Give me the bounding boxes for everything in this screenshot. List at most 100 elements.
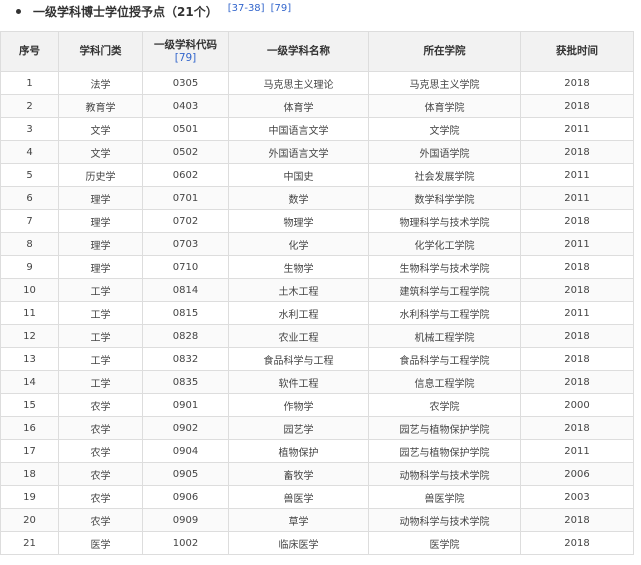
cell-seq: 2 (0, 94, 59, 118)
cell-category: 文学 (58, 117, 143, 141)
table-row: 18 农学 0905 畜牧学 动物科学与技术学院 2006 (0, 462, 634, 486)
cell-college: 化学化工学院 (368, 232, 521, 256)
cell-category: 文学 (58, 140, 143, 164)
cell-name: 畜牧学 (228, 462, 369, 486)
cell-category: 农学 (58, 508, 143, 532)
cell-college: 动物科学与技术学院 (368, 508, 521, 532)
table-row: 8 理学 0703 化学 化学化工学院 2011 (0, 232, 634, 256)
cell-year: 2011 (520, 439, 634, 463)
cell-category: 农学 (58, 439, 143, 463)
cell-category: 农学 (58, 485, 143, 509)
cell-seq: 18 (0, 462, 59, 486)
cell-code: 0701 (142, 186, 229, 210)
cell-college: 社会发展学院 (368, 163, 521, 187)
cell-name: 土木工程 (228, 278, 369, 302)
citation-link[interactable]: [79] (271, 3, 292, 14)
table-row: 9 理学 0710 生物学 生物科学与技术学院 2018 (0, 255, 634, 279)
cell-seq: 12 (0, 324, 59, 348)
cell-seq: 3 (0, 117, 59, 141)
cell-category: 农学 (58, 393, 143, 417)
cell-college: 马克思主义学院 (368, 71, 521, 95)
cell-college: 动物科学与技术学院 (368, 462, 521, 486)
cell-year: 2018 (520, 370, 634, 394)
cell-college: 文学院 (368, 117, 521, 141)
cell-name: 植物保护 (228, 439, 369, 463)
cell-name: 生物学 (228, 255, 369, 279)
cell-name: 作物学 (228, 393, 369, 417)
header-code-label: 一级学科代码 (154, 38, 217, 51)
table-row: 1 法学 0305 马克思主义理论 马克思主义学院 2018 (0, 71, 634, 95)
cell-name: 中国语言文学 (228, 117, 369, 141)
cell-category: 法学 (58, 71, 143, 95)
doctoral-programs-table: 序号 学科门类 一级学科代码 [79] 一级学科名称 所在学院 获批时间 1 法学… (0, 31, 634, 555)
table-row: 12 工学 0828 农业工程 机械工程学院 2018 (0, 324, 634, 348)
cell-year: 2018 (520, 71, 634, 95)
cell-year: 2011 (520, 163, 634, 187)
table-row: 16 农学 0902 园艺学 园艺与植物保护学院 2018 (0, 416, 634, 440)
table-row: 20 农学 0909 草学 动物科学与技术学院 2018 (0, 508, 634, 532)
cell-seq: 5 (0, 163, 59, 187)
cell-name: 草学 (228, 508, 369, 532)
cell-code: 0502 (142, 140, 229, 164)
cell-name: 农业工程 (228, 324, 369, 348)
cell-category: 教育学 (58, 94, 143, 118)
cell-category: 工学 (58, 347, 143, 371)
cell-college: 数学科学学院 (368, 186, 521, 210)
cell-seq: 8 (0, 232, 59, 256)
cell-year: 2011 (520, 117, 634, 141)
cell-category: 理学 (58, 255, 143, 279)
cell-name: 体育学 (228, 94, 369, 118)
cell-year: 2018 (520, 94, 634, 118)
cell-seq: 19 (0, 485, 59, 509)
cell-name: 软件工程 (228, 370, 369, 394)
table-row: 7 理学 0702 物理学 物理科学与技术学院 2018 (0, 209, 634, 233)
citation-link[interactable]: [79] (144, 52, 228, 65)
cell-year: 2011 (520, 232, 634, 256)
cell-code: 0832 (142, 347, 229, 371)
cell-year: 2011 (520, 186, 634, 210)
table-row: 6 理学 0701 数学 数学科学学院 2011 (0, 186, 634, 210)
header-category: 学科门类 (58, 31, 143, 72)
table-header-row: 序号 学科门类 一级学科代码 [79] 一级学科名称 所在学院 获批时间 (0, 31, 634, 72)
cell-category: 历史学 (58, 163, 143, 187)
page-bottom-edge (0, 560, 641, 565)
table-row: 11 工学 0815 水利工程 水利科学与工程学院 2011 (0, 301, 634, 325)
header-name: 一级学科名称 (228, 31, 369, 72)
citation-link[interactable]: [37-38] (228, 3, 265, 14)
cell-college: 医学院 (368, 531, 521, 555)
cell-seq: 9 (0, 255, 59, 279)
cell-year: 2018 (520, 278, 634, 302)
cell-college: 物理科学与技术学院 (368, 209, 521, 233)
cell-code: 0904 (142, 439, 229, 463)
cell-college: 兽医学院 (368, 485, 521, 509)
cell-year: 2018 (520, 140, 634, 164)
cell-college: 体育学院 (368, 94, 521, 118)
cell-category: 理学 (58, 232, 143, 256)
cell-name: 化学 (228, 232, 369, 256)
cell-seq: 10 (0, 278, 59, 302)
cell-code: 0909 (142, 508, 229, 532)
table-row: 10 工学 0814 土木工程 建筑科学与工程学院 2018 (0, 278, 634, 302)
table-row: 17 农学 0904 植物保护 园艺与植物保护学院 2011 (0, 439, 634, 463)
cell-college: 农学院 (368, 393, 521, 417)
table-row: 13 工学 0832 食品科学与工程 食品科学与工程学院 2018 (0, 347, 634, 371)
cell-college: 食品科学与工程学院 (368, 347, 521, 371)
cell-name: 外国语言文学 (228, 140, 369, 164)
cell-year: 2018 (520, 347, 634, 371)
cell-code: 0702 (142, 209, 229, 233)
cell-college: 生物科学与技术学院 (368, 255, 521, 279)
table-body: 1 法学 0305 马克思主义理论 马克思主义学院 2018 2 教育学 0403 体育学 体育学院… (0, 71, 634, 555)
cell-year: 2018 (520, 324, 634, 348)
cell-college: 水利科学与工程学院 (368, 301, 521, 325)
cell-seq: 6 (0, 186, 59, 210)
cell-year: 2018 (520, 531, 634, 555)
cell-code: 0403 (142, 94, 229, 118)
cell-college: 园艺与植物保护学院 (368, 416, 521, 440)
table-row: 2 教育学 0403 体育学 体育学院 2018 (0, 94, 634, 118)
cell-name: 园艺学 (228, 416, 369, 440)
cell-name: 水利工程 (228, 301, 369, 325)
table-row: 21 医学 1002 临床医学 医学院 2018 (0, 531, 634, 555)
cell-code: 0815 (142, 301, 229, 325)
cell-code: 0835 (142, 370, 229, 394)
cell-category: 工学 (58, 278, 143, 302)
